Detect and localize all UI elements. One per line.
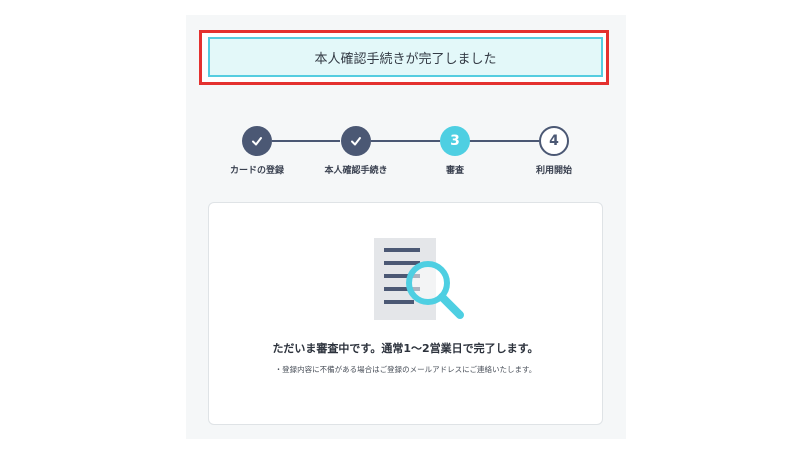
review-status-note: ・登録内容に不備がある場合はご登録のメールアドレスにご連絡いたします。 (274, 365, 537, 374)
step-1-check-icon (252, 137, 262, 146)
step-3-label: 審査 (445, 166, 464, 176)
step-4-circle: 4 (539, 126, 569, 156)
step-4-label: 利用開始 (535, 166, 572, 176)
review-status-title: ただいま審査中です。通常1〜2営業日で完了します。 (272, 342, 539, 355)
step-2-label: 本人確認手続き (324, 166, 388, 176)
document-magnifier-icon (374, 238, 464, 320)
step-3-circle: 3 (440, 126, 470, 156)
completion-banner-text: 本人確認手続きが完了しました (314, 51, 497, 67)
step-1-label: カードの登録 (229, 166, 284, 176)
stepper-connector-2-3 (371, 140, 440, 142)
stepper-connector-1-2 (272, 140, 340, 142)
step-1-circle (242, 126, 272, 156)
completion-banner: 本人確認手続きが完了しました (208, 37, 603, 77)
step-4-number: 4 (549, 133, 559, 149)
step-3-number: 3 (450, 133, 460, 149)
stepper-connector-3-4 (469, 140, 539, 142)
step-2-check-icon (351, 137, 361, 146)
step-2-circle (341, 126, 371, 156)
